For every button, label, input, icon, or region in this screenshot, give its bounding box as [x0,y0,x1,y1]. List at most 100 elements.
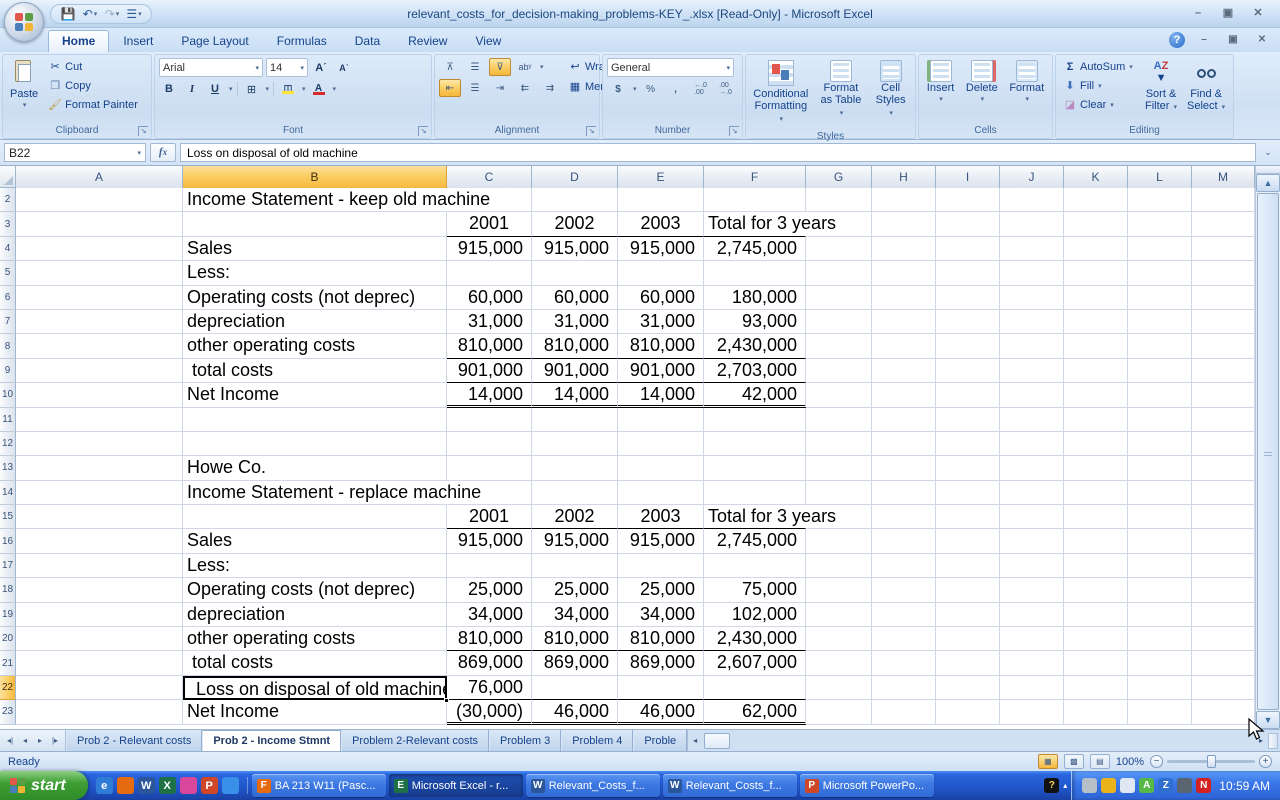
cell-D10[interactable]: 14,000 [532,383,618,407]
help-icon[interactable]: ? [1169,32,1185,48]
cell-H5[interactable] [872,261,936,285]
cell-L10[interactable] [1128,383,1192,407]
cell-B3[interactable] [183,212,447,236]
cell-G2[interactable] [806,188,872,212]
cell-styles-button[interactable]: Cell Styles ▾ [870,58,911,122]
decrease-decimal-icon[interactable]: .00→.0 [715,80,737,98]
cell-F8[interactable]: 2,430,000 [704,334,806,358]
word-icon[interactable]: W [138,777,155,794]
cell-B21[interactable]: total costs [183,651,447,675]
sheet-tab-problem-4[interactable]: Problem 4 [561,730,633,751]
row-header-23[interactable]: 23 [0,700,16,724]
cell-L23[interactable] [1128,700,1192,724]
workbook-minimize-icon[interactable]: – [1194,34,1214,46]
cell-D19[interactable]: 34,000 [532,603,618,627]
cell-I14[interactable] [936,481,1000,505]
cell-L12[interactable] [1128,432,1192,456]
vertical-scrollbar[interactable]: ▲ ▼ [1255,166,1280,729]
cell-F15[interactable]: Total for 3 years [704,505,806,529]
cell-H8[interactable] [872,334,936,358]
cell-M4[interactable] [1192,237,1255,261]
cell-B13[interactable]: Howe Co. [183,456,447,480]
cell-F19[interactable]: 102,000 [704,603,806,627]
font-name-select[interactable]: Arial▾ [159,58,263,77]
copy-button[interactable]: ❐Copy [45,77,141,94]
cell-A5[interactable] [16,261,183,285]
redo-icon[interactable]: ↷▾ [103,6,121,22]
cell-M23[interactable] [1192,700,1255,724]
ribbon-tab-review[interactable]: Review [394,30,461,52]
cell-E3[interactable]: 2003 [618,212,704,236]
cell-B11[interactable] [183,408,447,432]
cell-B18[interactable]: Operating costs (not deprec) [183,578,447,602]
cell-D14[interactable] [532,481,618,505]
name-box-dropdown-icon[interactable]: ▾ [137,149,141,157]
cell-D5[interactable] [532,261,618,285]
cell-E10[interactable]: 14,000 [618,383,704,407]
cell-E6[interactable]: 60,000 [618,286,704,310]
cell-I22[interactable] [936,676,1000,700]
cell-K18[interactable] [1064,578,1128,602]
formula-input[interactable]: Loss on disposal of old machine [180,143,1256,162]
cell-D20[interactable]: 810,000 [532,627,618,651]
tray-icon-1[interactable] [1082,778,1097,793]
cell-A4[interactable] [16,237,183,261]
cell-I11[interactable] [936,408,1000,432]
clipboard-dialog-launcher[interactable]: ↘ [138,126,148,136]
cell-G9[interactable] [806,359,872,383]
cell-L17[interactable] [1128,554,1192,578]
tray-icon-2[interactable] [1101,778,1116,793]
cell-B10[interactable]: Net Income [183,383,447,407]
sheet-tab-problem-2-relevant-costs[interactable]: Problem 2-Relevant costs [341,730,489,751]
row-header-6[interactable]: 6 [0,286,16,310]
row-header-16[interactable]: 16 [0,529,16,553]
cell-I16[interactable] [936,529,1000,553]
cell-H19[interactable] [872,603,936,627]
zoom-out-icon[interactable]: − [1150,755,1163,768]
cell-D21[interactable]: 869,000 [532,651,618,675]
cell-E16[interactable]: 915,000 [618,529,704,553]
cell-C8[interactable]: 810,000 [447,334,532,358]
column-header-G[interactable]: G [806,166,872,188]
cell-H2[interactable] [872,188,936,212]
cell-L5[interactable] [1128,261,1192,285]
cell-F12[interactable] [704,432,806,456]
cell-J13[interactable] [1000,456,1064,480]
cell-H11[interactable] [872,408,936,432]
cell-G6[interactable] [806,286,872,310]
cell-B6[interactable]: Operating costs (not deprec) [183,286,447,310]
cell-A17[interactable] [16,554,183,578]
vertical-scroll-thumb[interactable] [1257,193,1279,710]
cell-E9[interactable]: 901,000 [618,359,704,383]
cell-A14[interactable] [16,481,183,505]
cell-K7[interactable] [1064,310,1128,334]
cell-J11[interactable] [1000,408,1064,432]
vertical-split-handle[interactable] [1256,166,1280,174]
format-cells-button[interactable]: Format▾ [1006,58,1047,108]
cell-J5[interactable] [1000,261,1064,285]
cut-button[interactable]: ✂Cut [45,58,141,75]
cell-F6[interactable]: 180,000 [704,286,806,310]
cell-K17[interactable] [1064,554,1128,578]
cell-B16[interactable]: Sales [183,529,447,553]
zoom-level[interactable]: 100% [1116,756,1144,768]
cell-K14[interactable] [1064,481,1128,505]
row-header-11[interactable]: 11 [0,408,16,432]
cell-I2[interactable] [936,188,1000,212]
cell-C17[interactable] [447,554,532,578]
cell-B23[interactable]: Net Income [183,700,447,724]
excel-icon[interactable]: X [159,777,176,794]
powerpoint-icon[interactable]: P [201,777,218,794]
cell-K21[interactable] [1064,651,1128,675]
cell-D8[interactable]: 810,000 [532,334,618,358]
align-right-icon[interactable]: ⇥ [489,79,511,97]
cell-K3[interactable] [1064,212,1128,236]
row-header-19[interactable]: 19 [0,603,16,627]
firefox-icon[interactable] [117,777,134,794]
italic-button[interactable]: I [182,80,202,98]
cell-A12[interactable] [16,432,183,456]
ribbon-tab-home[interactable]: Home [48,30,109,52]
ribbon-tab-data[interactable]: Data [341,30,394,52]
cell-D18[interactable]: 25,000 [532,578,618,602]
cell-M6[interactable] [1192,286,1255,310]
